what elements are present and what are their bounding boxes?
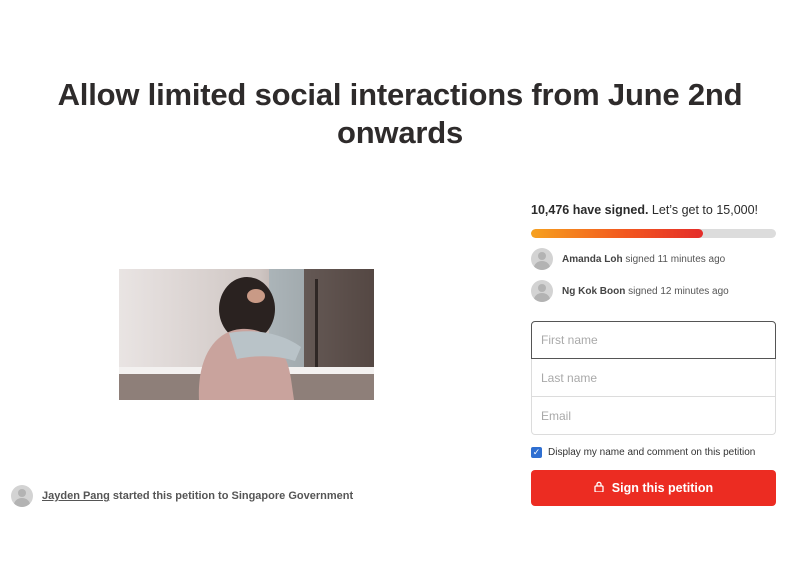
consent-label: Display my name and comment on this peti… <box>548 447 756 458</box>
signer-name: Ng Kok Boon <box>562 285 626 297</box>
first-name-field[interactable] <box>531 321 776 359</box>
recent-signer: Ng Kok Boon signed 12 minutes ago <box>531 280 776 302</box>
signature-goal: Let’s get to 15,000! <box>651 203 759 217</box>
signer-time: signed 12 minutes ago <box>628 285 729 297</box>
signer-time: signed 11 minutes ago <box>625 253 726 265</box>
last-name-field[interactable] <box>531 359 776 397</box>
sign-petition-button[interactable]: Sign this petition <box>531 470 776 506</box>
signature-count-value: 10,476 have signed. <box>531 203 649 217</box>
petition-title-line2: onwards <box>336 115 464 150</box>
starter-text: started this petition to Singapore Gover… <box>112 490 354 502</box>
petition-image <box>119 269 374 400</box>
signature-count: 10,476 have signed. Let’s get to 15,000! <box>531 203 776 217</box>
petition-title-line1: Allow limited social interactions from J… <box>57 77 743 112</box>
signer-name: Amanda Loh <box>562 253 623 265</box>
avatar <box>531 248 553 270</box>
display-name-consent[interactable]: ✓ Display my name and comment on this pe… <box>531 447 776 458</box>
lock-icon <box>594 481 604 495</box>
signature-progress-fill <box>531 229 703 238</box>
email-field[interactable] <box>531 397 776 435</box>
recent-signer: Amanda Loh signed 11 minutes ago <box>531 248 776 270</box>
sign-panel: 10,476 have signed. Let’s get to 15,000!… <box>531 203 776 506</box>
avatar <box>11 485 33 507</box>
petition-starter: Jayden Pang started this petition to Sin… <box>11 485 353 507</box>
avatar <box>531 280 553 302</box>
sign-form <box>531 321 776 435</box>
petition-title: Allow limited social interactions from J… <box>20 76 780 152</box>
signature-progress-bar <box>531 229 776 238</box>
sign-petition-label: Sign this petition <box>611 481 714 495</box>
consent-checkbox[interactable]: ✓ <box>531 447 542 458</box>
starter-name-link[interactable]: Jayden Pang <box>42 490 110 502</box>
